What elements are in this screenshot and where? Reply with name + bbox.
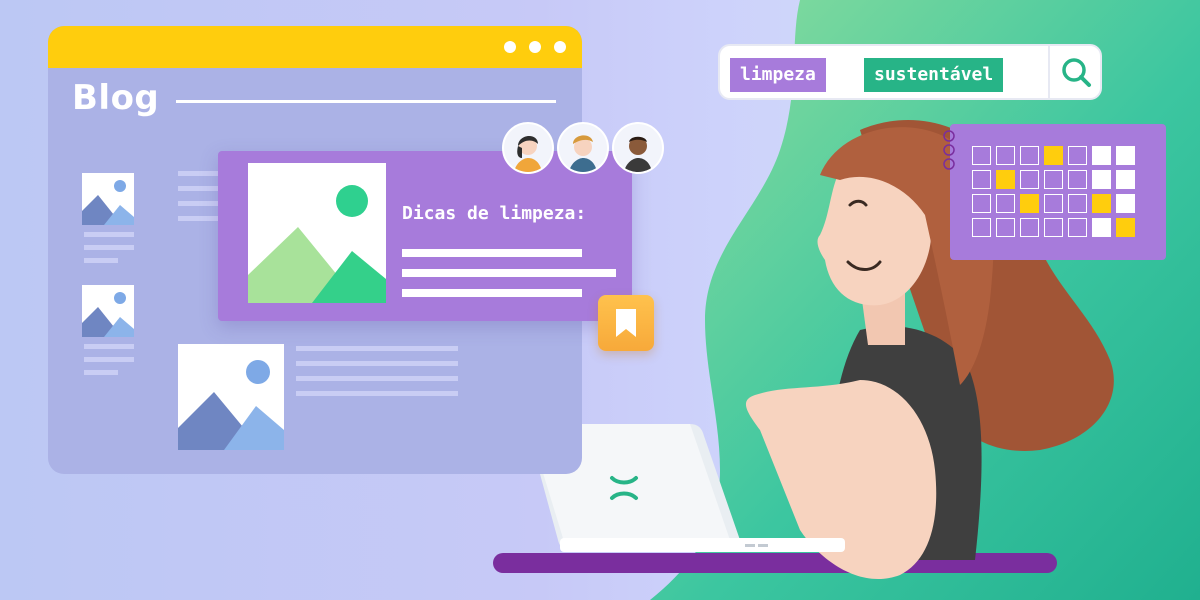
text-line xyxy=(296,361,458,366)
title-underline xyxy=(176,100,556,103)
text-line xyxy=(84,245,134,250)
calendar-day-cell[interactable] xyxy=(1020,146,1039,165)
calendar-day-cell[interactable] xyxy=(1020,194,1039,213)
text-line xyxy=(84,232,134,237)
search-icon xyxy=(1062,58,1091,87)
featured-post-image xyxy=(248,163,386,303)
text-line xyxy=(402,249,582,257)
calendar-day-cell[interactable] xyxy=(1068,170,1087,189)
calendar-day-cell[interactable] xyxy=(1044,218,1063,237)
text-line xyxy=(402,289,582,297)
text-line xyxy=(296,376,458,381)
calendar-day-cell[interactable] xyxy=(1068,194,1087,213)
post-thumbnail[interactable] xyxy=(82,285,134,337)
avatar-illustration xyxy=(624,136,652,172)
calendar-day-cell[interactable] xyxy=(1020,170,1039,189)
text-line xyxy=(84,258,118,263)
calendar-day-cell[interactable] xyxy=(1044,170,1063,189)
image-placeholder-icon xyxy=(82,180,134,225)
featured-post-card[interactable]: Dicas de limpeza: xyxy=(218,151,632,321)
search-divider xyxy=(1048,46,1050,98)
calendar-day-cell[interactable] xyxy=(972,146,991,165)
calendar-day-cell[interactable] xyxy=(1116,170,1135,189)
search-tag[interactable]: sustentável xyxy=(864,58,1004,92)
calendar-day-cell[interactable] xyxy=(1068,146,1087,165)
calendar-day-cell[interactable] xyxy=(972,170,991,189)
text-line xyxy=(178,216,218,221)
calendar-day-cell[interactable] xyxy=(1092,146,1111,165)
x-logo-icon xyxy=(610,476,638,500)
calendar-day-cell[interactable] xyxy=(1044,146,1063,165)
bookmark-icon xyxy=(616,309,636,337)
calendar-day-cell[interactable] xyxy=(996,170,1015,189)
card-heading: Dicas de limpeza: xyxy=(402,203,587,224)
text-line xyxy=(178,186,218,191)
calendar-day-cell[interactable] xyxy=(996,218,1015,237)
search-bar[interactable]: limpeza sustentável xyxy=(718,44,1102,100)
text-line xyxy=(84,357,134,362)
search-button[interactable] xyxy=(1052,46,1100,98)
post-thumbnail[interactable] xyxy=(178,344,284,450)
post-thumbnail[interactable] xyxy=(82,173,134,225)
illustration-scene: Blog Dicas de limpeza: limpeza sustentáv… xyxy=(0,0,1200,600)
browser-title-bar xyxy=(48,26,582,68)
calendar-day-cell[interactable] xyxy=(1092,218,1111,237)
calendar-day-cell[interactable] xyxy=(1092,170,1111,189)
calendar-day-cell[interactable] xyxy=(1116,194,1135,213)
calendar-day-cell[interactable] xyxy=(1044,194,1063,213)
calendar-day-cell[interactable] xyxy=(996,146,1015,165)
calendar-day-cell[interactable] xyxy=(1116,146,1135,165)
avatar-woman[interactable] xyxy=(502,122,554,174)
text-line xyxy=(296,346,458,351)
text-line xyxy=(84,370,118,375)
avatar-man-dark[interactable] xyxy=(612,122,664,174)
avatar-man-blond[interactable] xyxy=(557,122,609,174)
image-placeholder-icon xyxy=(178,360,284,450)
calendar-day-cell[interactable] xyxy=(1116,218,1135,237)
calendar-day-cell[interactable] xyxy=(1068,218,1087,237)
window-dot[interactable] xyxy=(504,41,516,53)
text-line xyxy=(178,201,218,206)
image-placeholder-icon xyxy=(82,292,134,337)
calendar-day-cell[interactable] xyxy=(972,194,991,213)
calendar-day-cell[interactable] xyxy=(1020,218,1039,237)
calendar-spiral-icon xyxy=(943,130,955,170)
search-tag[interactable]: limpeza xyxy=(730,58,826,92)
text-line xyxy=(178,171,218,176)
calendar-widget xyxy=(943,124,1166,260)
window-dot[interactable] xyxy=(554,41,566,53)
avatar-illustration xyxy=(569,135,597,172)
calendar-day-cell[interactable] xyxy=(996,194,1015,213)
text-line xyxy=(84,344,134,349)
text-line xyxy=(402,269,616,277)
calendar-day-cell[interactable] xyxy=(1092,194,1111,213)
bookmark-button[interactable] xyxy=(598,295,654,351)
window-dot[interactable] xyxy=(529,41,541,53)
blog-title: Blog xyxy=(72,78,160,118)
calendar-day-cell[interactable] xyxy=(972,218,991,237)
avatar-illustration xyxy=(514,135,542,172)
text-line xyxy=(296,391,458,396)
image-placeholder-icon xyxy=(248,185,386,303)
